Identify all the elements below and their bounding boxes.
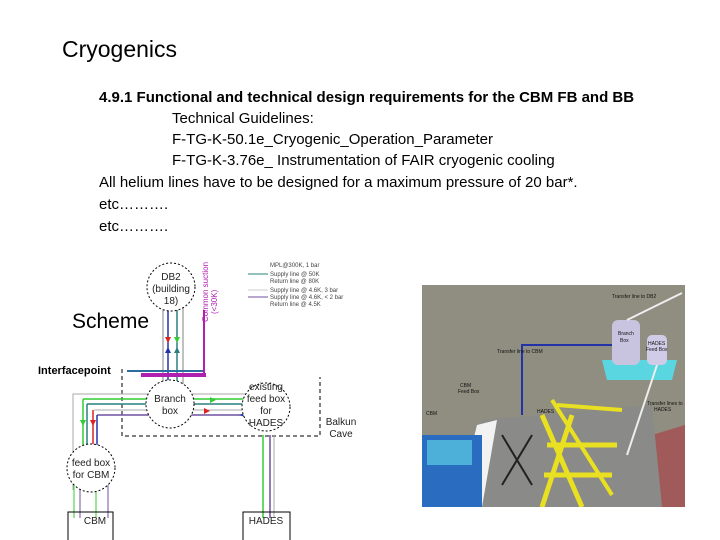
legend-item: Return line @ 80K: [270, 279, 319, 285]
heading: 4.9.1 Functional and technical design re…: [99, 89, 635, 106]
db2-label: DB2: [161, 272, 181, 283]
render-label: Transfer line to DB2: [612, 294, 656, 300]
3d-render-image: Transfer line to DB2 Branch Box HADES Fe…: [422, 285, 685, 507]
render-label: HADES: [654, 407, 672, 413]
cave-label: Cave: [329, 429, 353, 440]
db2-label: 18): [164, 296, 178, 307]
hades-fb-label: feed box: [247, 394, 285, 405]
cbm-fb-label: for CBM: [73, 470, 110, 481]
branch-label: box: [162, 406, 178, 417]
guideline-1: F-TG-K-50.1e_Cryogenic_Operation_Paramet…: [172, 131, 493, 148]
render-label: Transfer line to CBM: [497, 349, 543, 355]
etc-2: etc……….: [99, 218, 169, 235]
interfacepoint-label: Interfacepoint: [38, 365, 111, 377]
hades-fb-label: existing: [249, 382, 283, 393]
cryo-scheme-diagram: DB2 (building 18) Branch box existing fe…: [66, 262, 357, 540]
render-label: Feed Box: [646, 347, 668, 353]
render-label: Feed Box: [458, 389, 480, 395]
branch-label: Branch: [154, 394, 186, 405]
hades-fb-label: for: [260, 406, 272, 417]
render-label: Branch: [618, 331, 634, 337]
cbm-fb-label: feed box: [72, 458, 110, 469]
guideline-2: F-TG-K-3.76e_ Instrumentation of FAIR cr…: [172, 152, 555, 169]
db2-label: (building: [152, 284, 190, 295]
hades-fb-label: HADES: [249, 418, 284, 429]
requirement: All helium lines have to be designed for…: [99, 174, 578, 191]
legend: MPL@300K, 1 bar Supply line @ 50K Return…: [248, 263, 343, 308]
render-label: Box: [620, 338, 629, 344]
legend-item: Supply line @ 4.6K, < 2 bar: [270, 295, 343, 301]
cbm-label: CBM: [84, 516, 106, 527]
legend-item: Supply line @ 50K: [270, 272, 319, 278]
render-label: CBM: [426, 411, 437, 417]
cave-label: Balkun: [326, 417, 357, 428]
legend-item: Supply line @ 4.6K, 3 bar: [270, 288, 338, 294]
slide-title: Cryogenics: [62, 36, 178, 62]
render-label: HADES: [537, 409, 555, 415]
guidelines-label: Technical Guidelines:: [172, 110, 314, 127]
legend-item: Return line @ 4.5K: [270, 302, 321, 308]
suction-label: Common suction: [201, 262, 210, 322]
legend-item: MPL@300K, 1 bar: [270, 263, 319, 269]
etc-1: etc……….: [99, 196, 169, 213]
suction-label: (<30K): [210, 289, 219, 314]
hades-label: HADES: [249, 516, 284, 527]
scheme-label: Scheme: [72, 310, 150, 333]
